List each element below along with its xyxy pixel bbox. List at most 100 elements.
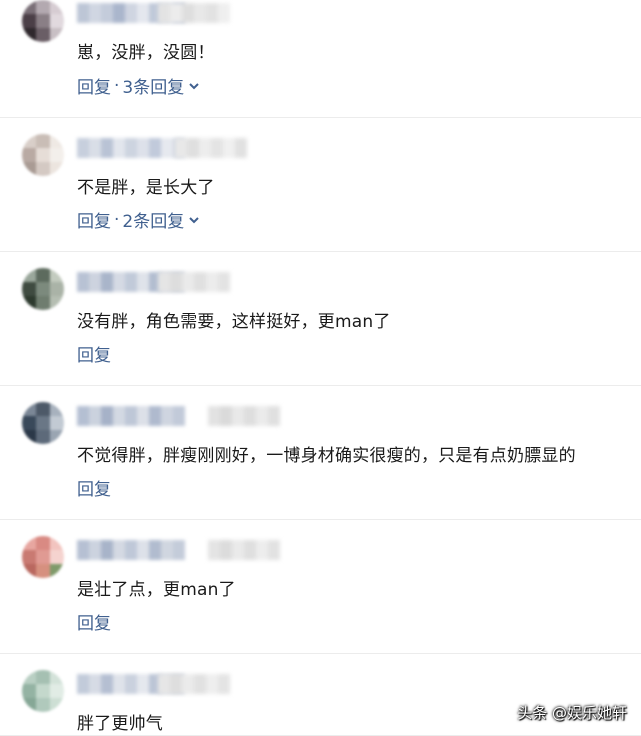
time-pixel	[158, 3, 170, 23]
time-pixel	[182, 674, 194, 694]
name-pixel	[137, 138, 149, 158]
avatar-pixel	[36, 564, 50, 578]
time-pixel	[232, 540, 244, 560]
username-blurred[interactable]	[77, 138, 185, 158]
avatar-pixel	[22, 564, 36, 578]
time-pixel	[206, 272, 218, 292]
timestamp-blurred	[208, 406, 280, 426]
time-pixel	[158, 272, 170, 292]
avatar-pixel	[50, 536, 64, 550]
timestamp-blurred	[208, 540, 280, 560]
time-pixel	[218, 674, 230, 694]
separator: ·	[114, 209, 120, 230]
avatar-pixel	[50, 550, 64, 564]
avatar-pixel	[22, 162, 36, 176]
separator: ·	[114, 75, 120, 96]
time-pixel	[187, 138, 199, 158]
avatar-pixel	[50, 430, 64, 444]
view-replies-link[interactable]: 2条回复	[122, 207, 184, 232]
time-pixel	[182, 3, 194, 23]
avatar-pixel	[36, 684, 50, 698]
name-pixel	[149, 540, 161, 560]
time-pixel	[194, 272, 206, 292]
avatar-pixel	[36, 14, 50, 28]
time-pixel	[244, 406, 256, 426]
avatar-pixel	[50, 282, 64, 296]
time-pixel	[208, 540, 220, 560]
name-pixel	[125, 674, 137, 694]
name-pixel	[89, 138, 101, 158]
avatar-pixel	[36, 416, 50, 430]
comment-text: 胖了更帅气	[77, 714, 163, 734]
time-pixel	[170, 3, 182, 23]
avatar-pixel	[22, 134, 36, 148]
avatar[interactable]	[22, 0, 64, 42]
name-pixel	[113, 540, 125, 560]
avatar-pixel	[22, 148, 36, 162]
name-pixel	[173, 540, 185, 560]
time-pixel	[194, 674, 206, 694]
chevron-down-icon[interactable]	[188, 80, 200, 92]
name-pixel	[125, 272, 137, 292]
timestamp-blurred	[158, 674, 230, 694]
avatar[interactable]	[22, 536, 64, 578]
comment-item: 没有胖，角色需要，这样挺好，更man了 回复	[0, 252, 641, 386]
avatar-pixel	[22, 0, 36, 14]
avatar-pixel	[50, 148, 64, 162]
name-pixel	[101, 138, 113, 158]
name-pixel	[113, 674, 125, 694]
avatar[interactable]	[22, 402, 64, 444]
avatar-pixel	[50, 134, 64, 148]
reply-button[interactable]: 回复	[77, 73, 111, 98]
time-pixel	[256, 406, 268, 426]
avatar-pixel	[50, 698, 64, 712]
time-pixel	[194, 3, 206, 23]
comment-item: 不是胖，是长大了 回复 · 2条回复	[0, 118, 641, 252]
name-pixel	[77, 540, 89, 560]
avatar[interactable]	[22, 670, 64, 712]
username-blurred[interactable]	[77, 540, 185, 560]
chevron-down-icon[interactable]	[188, 214, 200, 226]
avatar-pixel	[22, 684, 36, 698]
name-pixel	[101, 406, 113, 426]
name-pixel	[125, 3, 137, 23]
avatar-pixel	[50, 670, 64, 684]
time-pixel	[211, 138, 223, 158]
comment-actions: 回复	[77, 475, 111, 500]
time-pixel	[220, 406, 232, 426]
avatar-pixel	[50, 564, 64, 578]
avatar-pixel	[50, 28, 64, 42]
avatar-pixel	[36, 536, 50, 550]
comment-text: 没有胖，角色需要，这样挺好，更man了	[77, 312, 391, 332]
name-pixel	[113, 406, 125, 426]
avatar-pixel	[36, 28, 50, 42]
avatar-pixel	[22, 282, 36, 296]
time-pixel	[206, 674, 218, 694]
avatar[interactable]	[22, 268, 64, 310]
name-pixel	[113, 138, 125, 158]
comment-item: 崽，没胖，没圆！ 回复 · 3条回复	[0, 0, 641, 118]
name-pixel	[137, 674, 149, 694]
name-pixel	[173, 406, 185, 426]
avatar-pixel	[22, 536, 36, 550]
name-pixel	[77, 3, 89, 23]
avatar[interactable]	[22, 134, 64, 176]
avatar-pixel	[36, 430, 50, 444]
reply-button[interactable]: 回复	[77, 207, 111, 232]
name-pixel	[89, 272, 101, 292]
username-blurred[interactable]	[77, 406, 185, 426]
comment-text: 不觉得胖，胖瘦刚刚好，一博身材确实很瘦的，只是有点奶膘显的	[77, 446, 576, 466]
comment-actions: 回复 · 2条回复	[77, 207, 200, 232]
time-pixel	[268, 406, 280, 426]
name-pixel	[101, 3, 113, 23]
reply-button[interactable]: 回复	[77, 475, 111, 500]
avatar-pixel	[36, 134, 50, 148]
time-pixel	[218, 272, 230, 292]
name-pixel	[113, 3, 125, 23]
view-replies-link[interactable]: 3条回复	[122, 73, 184, 98]
avatar-pixel	[22, 14, 36, 28]
avatar-pixel	[50, 162, 64, 176]
reply-button[interactable]: 回复	[77, 341, 111, 366]
reply-button[interactable]: 回复	[77, 609, 111, 634]
name-pixel	[149, 406, 161, 426]
